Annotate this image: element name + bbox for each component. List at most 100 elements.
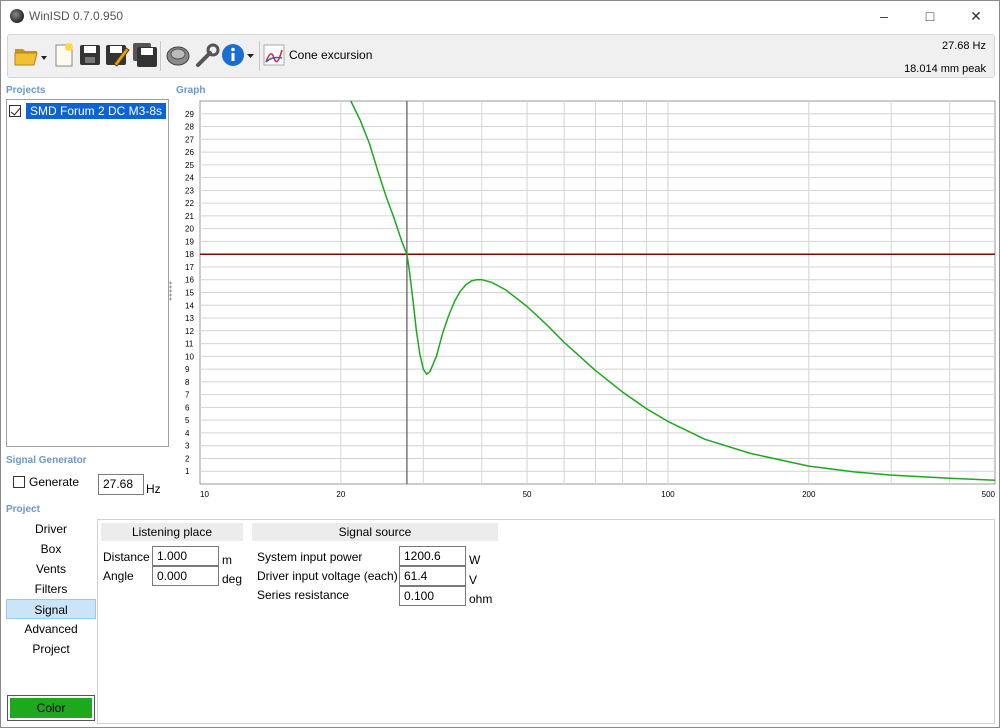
save-button[interactable] bbox=[78, 40, 102, 70]
toolbar-separator bbox=[160, 41, 161, 71]
edit-icon bbox=[106, 45, 130, 67]
y-tick-label: 18 bbox=[185, 250, 194, 259]
save-all-button[interactable] bbox=[132, 40, 158, 70]
project-section-label: Project bbox=[6, 504, 40, 515]
splitter-handle[interactable] bbox=[169, 281, 172, 301]
y-tick-label: 23 bbox=[185, 186, 194, 195]
x-tick-label: 500 bbox=[982, 490, 996, 499]
generator-frequency-input[interactable]: 27.68 bbox=[98, 474, 144, 495]
y-tick-label: 27 bbox=[185, 135, 194, 144]
color-swatch: Color bbox=[10, 698, 92, 718]
y-tick-label: 20 bbox=[185, 225, 194, 234]
system-input-power-input[interactable]: 1200.6 bbox=[399, 546, 466, 566]
wrench-icon bbox=[196, 43, 220, 67]
y-tick-label: 14 bbox=[185, 301, 194, 310]
tab-filters[interactable]: Filters bbox=[6, 579, 96, 599]
close-button[interactable]: ✕ bbox=[953, 1, 999, 31]
generate-checkbox[interactable] bbox=[13, 476, 25, 488]
projects-list: SMD Forum 2 DC M3-8s bbox=[6, 99, 169, 447]
y-tick-label: 28 bbox=[185, 123, 194, 132]
y-tick-label: 26 bbox=[185, 148, 194, 157]
info-icon bbox=[222, 44, 254, 66]
angle-label: Angle bbox=[103, 569, 134, 583]
driver-input-voltage-unit: V bbox=[469, 573, 478, 587]
y-tick-label: 7 bbox=[185, 391, 190, 400]
y-tick-label: 11 bbox=[185, 340, 194, 349]
maximize-button[interactable]: □ bbox=[907, 1, 953, 31]
generator-frequency-unit: Hz bbox=[146, 482, 161, 496]
graph-type-selector[interactable]: Cone excursion bbox=[263, 40, 383, 70]
tab-project[interactable]: Project bbox=[6, 639, 96, 659]
color-button[interactable]: Color bbox=[7, 695, 95, 721]
tab-driver[interactable]: Driver bbox=[6, 519, 96, 539]
y-tick-label: 5 bbox=[185, 416, 190, 425]
open-button[interactable] bbox=[12, 40, 48, 70]
system-input-power-unit: W bbox=[469, 553, 481, 567]
y-tick-label: 4 bbox=[185, 429, 190, 438]
open-icon bbox=[14, 49, 47, 66]
window-title: WinISD 0.7.0.950 bbox=[29, 9, 124, 23]
save-icon bbox=[80, 45, 100, 65]
project-name[interactable]: SMD Forum 2 DC M3-8s bbox=[26, 103, 167, 119]
driver-icon bbox=[166, 46, 190, 66]
series-resistance-input[interactable]: 0.100 bbox=[399, 586, 466, 606]
minimize-button[interactable]: – bbox=[861, 1, 907, 31]
x-tick-label: 20 bbox=[336, 490, 345, 499]
cursor-frequency-readout: 27.68 Hz bbox=[941, 40, 986, 52]
projects-label: Projects bbox=[6, 85, 46, 96]
tab-vents[interactable]: Vents bbox=[6, 559, 96, 579]
cursor-value-readout: 18.014 mm peak bbox=[904, 63, 986, 75]
y-tick-label: 1 bbox=[185, 467, 190, 476]
driver-button[interactable] bbox=[164, 40, 192, 70]
project-nav: Driver Box Vents Filters Signal Advanced… bbox=[6, 519, 96, 659]
info-button[interactable] bbox=[220, 40, 258, 70]
y-tick-label: 25 bbox=[185, 161, 194, 170]
signal-source-header: Signal source bbox=[252, 523, 498, 541]
toolbar-separator bbox=[259, 41, 260, 71]
edit-button[interactable] bbox=[104, 40, 130, 70]
project-checkbox[interactable] bbox=[9, 105, 21, 117]
generate-label: Generate bbox=[29, 475, 80, 489]
series-resistance-unit: ohm bbox=[469, 592, 493, 606]
x-tick-label: 50 bbox=[523, 490, 532, 499]
y-tick-label: 21 bbox=[185, 212, 194, 221]
y-tick-label: 2 bbox=[185, 454, 190, 463]
y-tick-label: 15 bbox=[185, 289, 194, 298]
system-input-power-label: System input power bbox=[257, 550, 363, 564]
app-speaker-icon bbox=[10, 9, 24, 23]
y-tick-label: 17 bbox=[185, 263, 194, 272]
angle-unit: deg bbox=[222, 572, 243, 586]
toolbar: Cone excursion 27.68 Hz 18.014 mm peak bbox=[7, 34, 995, 78]
angle-input[interactable]: 0.000 bbox=[152, 566, 219, 586]
distance-label: Distance bbox=[103, 550, 150, 564]
y-tick-label: 10 bbox=[185, 352, 194, 361]
y-tick-label: 24 bbox=[185, 174, 194, 183]
new-button[interactable] bbox=[52, 40, 76, 70]
tab-box[interactable]: Box bbox=[6, 539, 96, 559]
graph-chart-icon bbox=[263, 44, 285, 66]
signal-panel: Listening place Distance 1.000 m Angle 0… bbox=[97, 519, 995, 724]
generate-toggle[interactable]: Generate bbox=[13, 475, 79, 489]
signal-generator-label: Signal Generator bbox=[6, 455, 87, 466]
tab-signal[interactable]: Signal bbox=[6, 599, 96, 619]
title-bar: WinISD 0.7.0.950 – □ ✕ bbox=[1, 1, 999, 31]
settings-button[interactable] bbox=[194, 40, 220, 70]
x-tick-label: 10 bbox=[200, 490, 209, 499]
x-tick-label: 200 bbox=[802, 490, 816, 499]
listening-place-header: Listening place bbox=[101, 523, 243, 541]
distance-unit: m bbox=[222, 553, 232, 567]
driver-input-voltage-label: Driver input voltage (each) bbox=[257, 569, 398, 583]
distance-input[interactable]: 1.000 bbox=[152, 546, 219, 566]
y-tick-label: 6 bbox=[185, 403, 190, 412]
list-item[interactable]: SMD Forum 2 DC M3-8s bbox=[9, 102, 167, 120]
graph-label: Graph bbox=[176, 85, 206, 96]
y-tick-label: 8 bbox=[185, 378, 190, 387]
y-tick-label: 13 bbox=[185, 314, 194, 323]
y-tick-label: 16 bbox=[185, 276, 194, 285]
y-tick-label: 19 bbox=[185, 237, 194, 246]
tab-advanced[interactable]: Advanced bbox=[6, 619, 96, 639]
driver-input-voltage-input[interactable]: 61.4 bbox=[399, 566, 466, 586]
graph-area[interactable]: 1234567891011121314151617181920212223242… bbox=[173, 98, 997, 504]
y-tick-label: 22 bbox=[185, 199, 194, 208]
y-tick-label: 9 bbox=[185, 365, 190, 374]
